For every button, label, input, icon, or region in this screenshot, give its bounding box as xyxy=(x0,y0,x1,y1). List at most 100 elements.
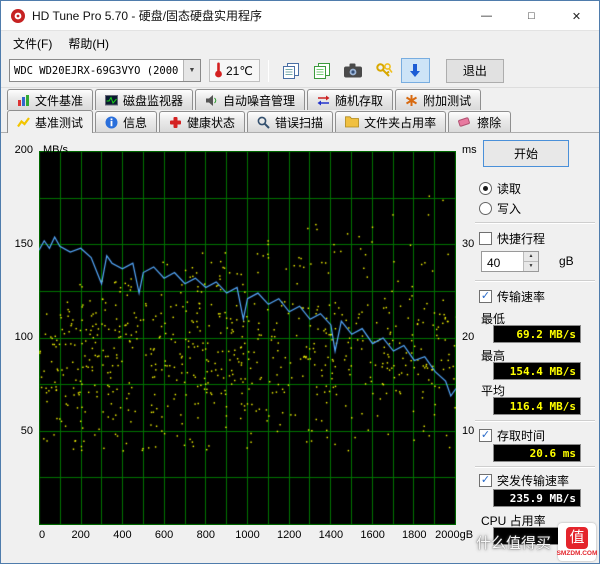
benchmark-panel: 开始 读取 写入 快捷行程 ▲ ▼ gB 传输速率 最低 69.2 xyxy=(471,132,600,564)
toolbar-separator xyxy=(268,60,269,82)
window-controls: — □ ✕ xyxy=(464,1,599,31)
tab-benchmark[interactable]: 基准测试 xyxy=(7,110,93,133)
magnifier-icon xyxy=(257,116,270,129)
x-axis-tick: 1000 xyxy=(235,529,259,541)
smzdm-watermark: 什么值得买 值 SMZDM.COM xyxy=(476,523,596,561)
spin-down-icon[interactable]: ▼ xyxy=(524,261,538,271)
benchmark-icon xyxy=(17,116,30,129)
burst-rate-checkbox[interactable]: 突发传输速率 xyxy=(479,472,569,489)
tab-label: 磁盘监视器 xyxy=(123,92,183,109)
burst-rate-label: 突发传输速率 xyxy=(497,472,569,489)
drive-select[interactable]: WDC WD20EJRX-69G3VYO (2000 gB) ▼ xyxy=(9,59,201,82)
read-label: 读取 xyxy=(497,180,521,197)
copy-text-button[interactable] xyxy=(308,58,337,83)
tab-info[interactable]: 信息 xyxy=(95,111,157,132)
short-stroke-input[interactable] xyxy=(482,252,522,271)
temperature-indicator: 21℃ xyxy=(209,59,260,82)
panel-divider xyxy=(475,222,595,224)
tab-label: 文件基准 xyxy=(35,92,83,109)
copy-screenshot-button[interactable] xyxy=(277,58,306,83)
write-radio[interactable]: 写入 xyxy=(479,200,521,217)
tab-label: 随机存取 xyxy=(335,92,383,109)
min-value: 69.2 MB/s xyxy=(493,325,581,343)
access-time-label: 存取时间 xyxy=(497,427,545,444)
arrow-down-icon xyxy=(408,63,422,79)
x-axis-tick: 1600 xyxy=(360,529,384,541)
tab-auto-acoustic[interactable]: 自动噪音管理 xyxy=(195,89,305,110)
exit-button[interactable]: 退出 xyxy=(446,59,504,83)
tab-erase[interactable]: 擦除 xyxy=(448,111,511,132)
random-access-icon xyxy=(317,94,330,107)
transfer-rate-checkbox[interactable]: 传输速率 xyxy=(479,288,545,305)
x-axis-tick: 0 xyxy=(39,529,45,541)
smzdm-logo: 值 SMZDM.COM xyxy=(558,523,596,561)
write-label: 写入 xyxy=(497,200,521,217)
access-time-checkbox[interactable]: 存取时间 xyxy=(479,427,545,444)
transfer-rate-label: 传输速率 xyxy=(497,288,545,305)
y-left-tick: 150 xyxy=(5,238,33,250)
tab-row-1: 文件基准 磁盘监视器 自动噪音管理 随机存取 附加测试 xyxy=(7,89,483,110)
x-axis-tick: 200 xyxy=(72,529,90,541)
speaker-icon xyxy=(205,94,218,107)
disk-monitor-icon xyxy=(105,94,118,107)
chevron-down-icon: ▼ xyxy=(183,60,200,81)
tab-extra-tests[interactable]: 附加测试 xyxy=(395,89,481,110)
info-icon xyxy=(105,116,118,129)
app-icon xyxy=(10,8,26,24)
folder-icon xyxy=(345,116,359,128)
menu-bar: 文件(F) 帮助(H) xyxy=(1,32,599,54)
health-cross-icon xyxy=(169,116,182,129)
start-button[interactable]: 开始 xyxy=(483,140,569,167)
menu-file[interactable]: 文件(F) xyxy=(5,33,60,54)
short-stroke-spinner: ▲ ▼ xyxy=(481,251,539,272)
access-time-value: 20.6 ms xyxy=(493,444,581,462)
tab-row-2: 基准测试 信息 健康状态 错误扫描 文件夹占用率 擦除 xyxy=(7,110,513,132)
pages-icon xyxy=(283,63,299,79)
tab-label: 信息 xyxy=(123,114,147,131)
read-radio[interactable]: 读取 xyxy=(479,180,521,197)
tab-health[interactable]: 健康状态 xyxy=(159,111,245,132)
registration-keys-button[interactable] xyxy=(370,58,399,83)
smzdm-logo-icon: 值 xyxy=(566,527,588,549)
max-value: 154.4 MB/s xyxy=(493,362,581,380)
tab-disk-monitor[interactable]: 磁盘监视器 xyxy=(95,89,193,110)
temperature-value: 21℃ xyxy=(226,64,253,78)
tab-error-scan[interactable]: 错误扫描 xyxy=(247,111,333,132)
save-screenshot-button[interactable] xyxy=(401,58,430,83)
y-left-tick: 100 xyxy=(5,331,33,343)
avg-value: 116.4 MB/s xyxy=(493,397,581,415)
maximize-button[interactable]: □ xyxy=(509,1,554,31)
eraser-icon xyxy=(458,116,472,128)
extra-tests-icon xyxy=(405,94,418,107)
panel-divider xyxy=(475,280,595,282)
checkbox-box xyxy=(479,474,492,487)
checkbox-box xyxy=(479,429,492,442)
short-stroke-checkbox[interactable]: 快捷行程 xyxy=(479,230,545,247)
minimize-button[interactable]: — xyxy=(464,1,509,31)
menu-help[interactable]: 帮助(H) xyxy=(60,33,117,54)
panel-divider xyxy=(475,466,595,468)
x-axis-tick: 800 xyxy=(197,529,215,541)
spin-up-icon[interactable]: ▲ xyxy=(524,252,538,261)
window-title: HD Tune Pro 5.70 - 硬盘/固态硬盘实用程序 xyxy=(32,7,262,24)
thermometer-icon xyxy=(214,61,223,81)
tab-random-access[interactable]: 随机存取 xyxy=(307,89,393,110)
close-button[interactable]: ✕ xyxy=(554,1,599,31)
tab-label: 附加测试 xyxy=(423,92,471,109)
tab-label: 擦除 xyxy=(477,114,501,131)
tab-label: 基准测试 xyxy=(35,114,83,131)
checkbox-box xyxy=(479,232,492,245)
tab-folder-usage[interactable]: 文件夹占用率 xyxy=(335,111,446,132)
burst-rate-value: 235.9 MB/s xyxy=(493,489,581,507)
file-benchmark-icon xyxy=(17,94,30,107)
tab-file-benchmark[interactable]: 文件基准 xyxy=(7,89,93,110)
radio-dot xyxy=(479,182,492,195)
camera-icon xyxy=(344,63,362,78)
radio-dot xyxy=(479,202,492,215)
tab-label: 自动噪音管理 xyxy=(223,92,295,109)
smzdm-site-label: SMZDM.COM xyxy=(557,550,598,557)
hd-tune-window: HD Tune Pro 5.70 - 硬盘/固态硬盘实用程序 — □ ✕ 文件(… xyxy=(0,0,600,564)
y-left-unit: MB/s xyxy=(43,144,68,156)
short-stroke-unit: gB xyxy=(559,254,574,268)
camera-button[interactable] xyxy=(339,58,368,83)
